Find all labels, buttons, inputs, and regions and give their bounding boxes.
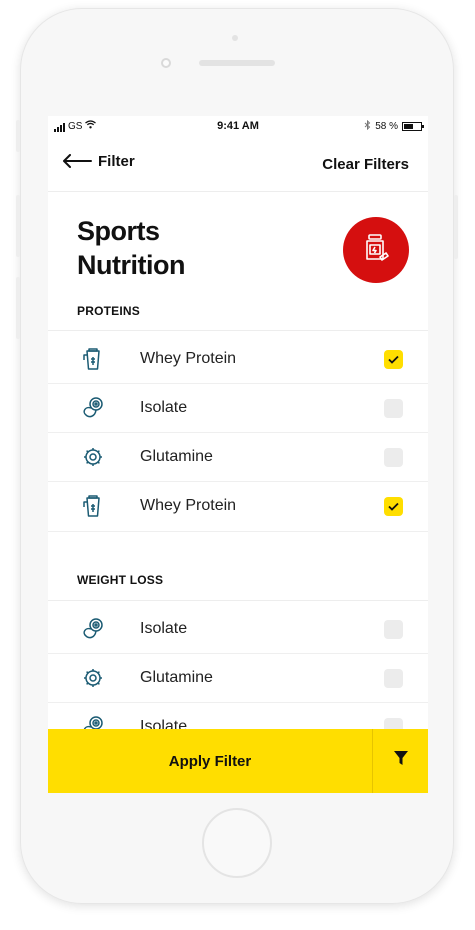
checkbox[interactable] bbox=[384, 399, 403, 418]
home-button[interactable] bbox=[202, 808, 272, 878]
category-badge bbox=[343, 217, 409, 283]
volume-up-button bbox=[16, 195, 20, 257]
page-title-line-1: Sports bbox=[77, 216, 160, 246]
gear-icon bbox=[81, 666, 105, 690]
battery-percent: 58 % bbox=[375, 121, 398, 132]
checkbox[interactable] bbox=[384, 448, 403, 467]
gear-icon bbox=[81, 445, 105, 469]
apply-filter-button[interactable]: Apply Filter bbox=[48, 729, 372, 793]
power-button bbox=[454, 195, 458, 259]
divider bbox=[48, 600, 428, 601]
page-title-line-2: Nutrition bbox=[77, 250, 185, 280]
front-camera bbox=[161, 58, 171, 68]
section-heading-weight-loss: WEIGHT LOSS bbox=[77, 573, 164, 587]
apply-bar: Apply Filter bbox=[48, 729, 428, 793]
item-label: Isolate bbox=[140, 620, 188, 637]
battery-icon bbox=[402, 122, 424, 131]
item-label: Glutamine bbox=[140, 669, 213, 686]
volume-down-button bbox=[16, 277, 20, 339]
list-item[interactable]: Whey Protein bbox=[48, 335, 428, 384]
list-item[interactable]: Isolate bbox=[48, 384, 428, 433]
item-label: Whey Protein bbox=[140, 350, 237, 367]
item-label: Glutamine bbox=[140, 448, 213, 465]
earpiece-speaker bbox=[199, 60, 275, 66]
item-label: Isolate bbox=[140, 399, 188, 416]
section-heading-proteins: PROTEINS bbox=[77, 304, 140, 318]
back-arrow-icon bbox=[62, 151, 92, 171]
front-sensor bbox=[232, 35, 238, 41]
nav-bar: Filter Clear Filters bbox=[48, 136, 428, 192]
page-title: Sports Nutrition bbox=[77, 214, 185, 282]
measuring-tape-icon bbox=[81, 396, 105, 420]
bluetooth-icon bbox=[364, 119, 371, 133]
checkbox[interactable] bbox=[384, 620, 403, 639]
shaker-icon bbox=[81, 494, 105, 518]
mute-switch bbox=[16, 120, 20, 152]
list-item[interactable]: Glutamine bbox=[48, 433, 428, 482]
funnel-icon bbox=[394, 751, 408, 771]
clear-filters-button[interactable]: Clear Filters bbox=[322, 156, 409, 173]
checkbox[interactable] bbox=[384, 350, 403, 369]
filter-options-button[interactable] bbox=[372, 729, 428, 793]
shaker-icon bbox=[81, 347, 105, 371]
supplement-jar-icon bbox=[363, 233, 389, 267]
app-screen: GS 9:41 AM 58 % Filter Clear Filters Spo… bbox=[48, 116, 428, 793]
status-bar: GS 9:41 AM 58 % bbox=[48, 116, 428, 136]
list-item[interactable]: Isolate bbox=[48, 605, 428, 654]
item-label: Whey Protein bbox=[140, 497, 237, 514]
list-item[interactable]: Glutamine bbox=[48, 654, 428, 703]
checkbox[interactable] bbox=[384, 669, 403, 688]
measuring-tape-icon bbox=[81, 617, 105, 641]
checkbox[interactable] bbox=[384, 497, 403, 516]
divider bbox=[48, 330, 428, 331]
back-label: Filter bbox=[98, 152, 135, 170]
list-item[interactable]: Whey Protein bbox=[48, 482, 428, 532]
back-button[interactable]: Filter bbox=[62, 151, 135, 171]
